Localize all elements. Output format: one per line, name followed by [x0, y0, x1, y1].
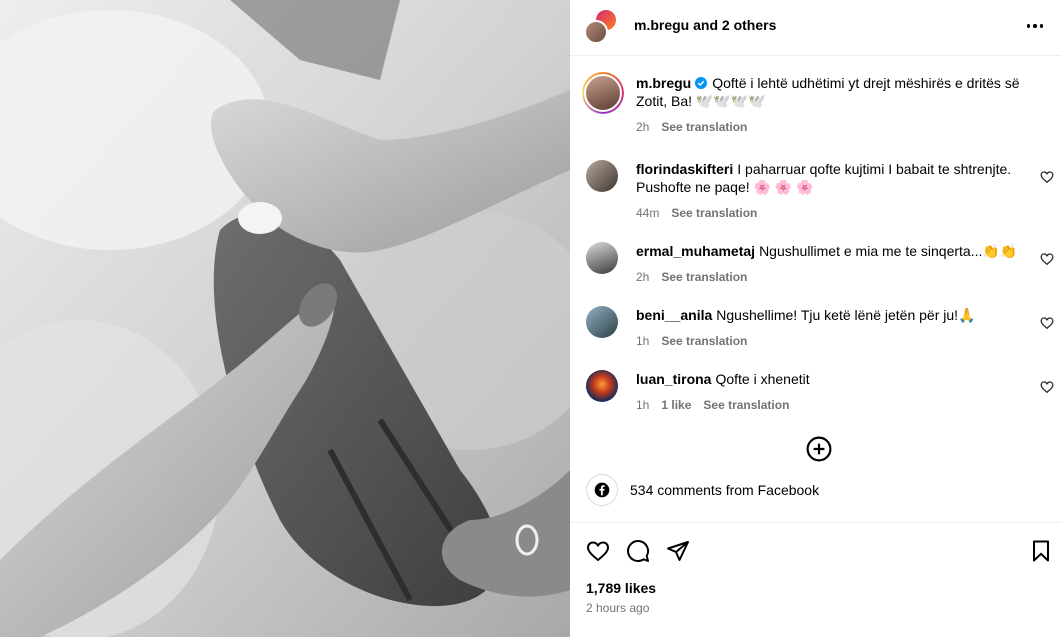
heart-outline-icon[interactable] — [1040, 380, 1054, 394]
caption-text: Qoftë i lehtë udhëtimi yt drejt mëshirës… — [636, 75, 1020, 109]
comment-username[interactable]: luan_tirona — [636, 371, 711, 387]
comment-text: Qofte i xhenetit — [715, 371, 810, 387]
bookmark-icon[interactable] — [1029, 539, 1053, 563]
post-header: m.bregu and 2 others — [570, 0, 1061, 56]
header-username[interactable]: m.bregu — [634, 17, 689, 33]
see-translation-link[interactable]: See translation — [661, 118, 747, 136]
see-translation-link[interactable]: See translation — [661, 332, 747, 350]
avatar[interactable] — [586, 160, 618, 192]
avatar[interactable] — [586, 242, 618, 274]
avatar[interactable] — [582, 72, 624, 114]
verified-badge-icon — [695, 77, 708, 89]
see-translation-link[interactable]: See translation — [671, 204, 757, 222]
post-actions: 1,789 likes 2 hours ago — [570, 522, 1061, 637]
heart-outline-icon[interactable] — [1040, 316, 1054, 330]
heart-outline-icon[interactable] — [1040, 170, 1054, 184]
comment-time[interactable]: 2h — [636, 268, 649, 286]
heart-outline-icon[interactable] — [586, 539, 610, 563]
comment-username[interactable]: ermal_muhametaj — [636, 243, 755, 259]
likes-count[interactable]: 1,789 likes — [586, 580, 656, 596]
comment-username[interactable]: florindaskifteri — [636, 161, 733, 177]
caption-username[interactable]: m.bregu — [636, 75, 691, 91]
comment-time[interactable]: 1h — [636, 396, 649, 414]
caption-time[interactable]: 2h — [636, 118, 649, 136]
avatar[interactable] — [586, 306, 618, 338]
facebook-comments-text: 534 comments from Facebook — [630, 482, 820, 498]
comment-time[interactable]: 44m — [636, 204, 659, 222]
comment-text: Ngushullimet e mia me te sinqerta...👏👏 — [759, 243, 1018, 259]
avatar[interactable] — [584, 20, 608, 44]
plus-circle-icon[interactable] — [806, 436, 832, 462]
paper-plane-icon[interactable] — [666, 539, 690, 563]
facebook-comments-link[interactable]: 534 comments from Facebook — [586, 474, 819, 506]
comment-likes[interactable]: 1 like — [661, 396, 691, 414]
comment-username[interactable]: beni__anila — [636, 307, 712, 323]
collab-avatars[interactable] — [584, 8, 620, 44]
see-translation-link[interactable]: See translation — [703, 396, 789, 414]
header-others[interactable]: and 2 others — [693, 17, 776, 33]
header-authors[interactable]: m.bregu and 2 others — [634, 17, 776, 33]
comment-text: Ngushellime! Tju ketë lënë jetën për ju!… — [716, 307, 976, 323]
comment-bubble-icon[interactable] — [626, 539, 650, 563]
avatar[interactable] — [586, 370, 618, 402]
post-photo[interactable] — [0, 0, 570, 637]
see-translation-link[interactable]: See translation — [661, 268, 747, 286]
heart-outline-icon[interactable] — [1040, 252, 1054, 266]
comment-time[interactable]: 1h — [636, 332, 649, 350]
hands-photo-illustration — [0, 0, 570, 637]
post-time[interactable]: 2 hours ago — [586, 601, 649, 615]
facebook-icon — [586, 474, 618, 506]
more-horizontal-icon[interactable] — [1023, 14, 1047, 38]
post-side-panel: m.bregu and 2 others m.bregu Qoftë i leht… — [570, 0, 1061, 637]
